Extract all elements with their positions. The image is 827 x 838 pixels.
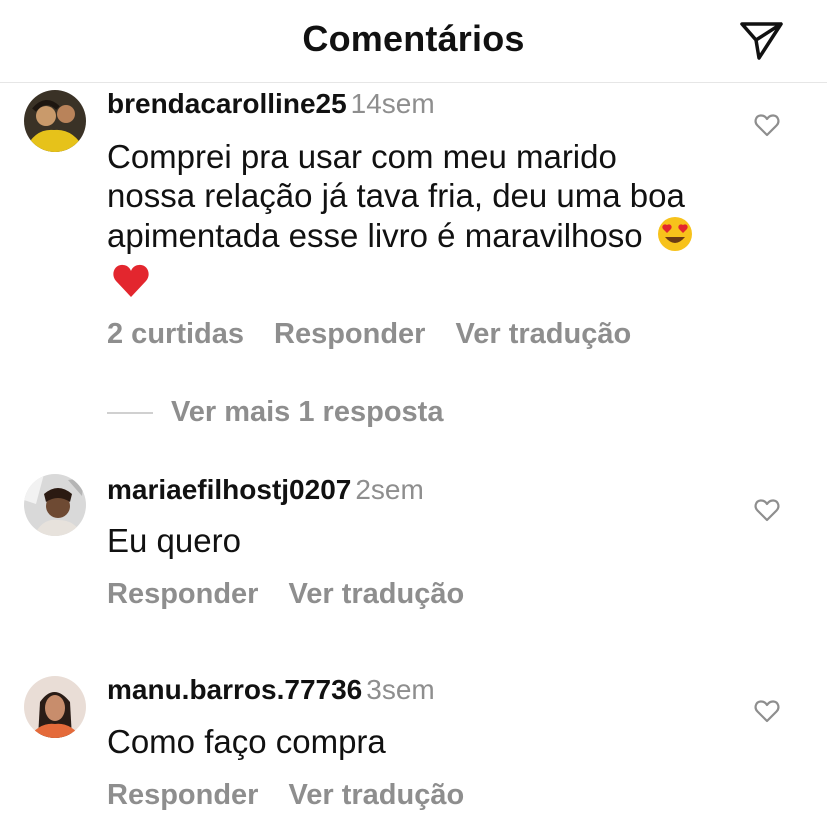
view-more-replies-button[interactable]: Ver mais 1 resposta xyxy=(107,396,443,430)
page-title: Comentários xyxy=(302,18,525,59)
divider-line xyxy=(107,412,153,415)
comment-username[interactable]: manu.barros.77736 xyxy=(107,674,362,705)
reply-button[interactable]: Responder xyxy=(107,578,258,610)
comment-text: Comprei pra usar com meu marido nossa re… xyxy=(107,138,697,308)
comments-header: Comentários xyxy=(0,0,827,83)
heart-icon[interactable] xyxy=(753,111,781,139)
avatar[interactable] xyxy=(24,676,86,738)
heart-icon[interactable] xyxy=(753,496,781,524)
translate-button[interactable]: Ver tradução xyxy=(288,578,464,610)
likes-count[interactable]: 2 curtidas xyxy=(107,318,244,350)
avatar[interactable] xyxy=(24,90,86,152)
comment-username[interactable]: mariaefilhostj0207 xyxy=(107,474,351,505)
comment-text: Eu quero xyxy=(107,522,241,559)
reply-button[interactable]: Responder xyxy=(107,779,258,811)
heart-icon[interactable] xyxy=(753,697,781,725)
comment-time: 2sem xyxy=(355,474,424,505)
red-heart-emoji xyxy=(111,262,151,309)
translate-button[interactable]: Ver tradução xyxy=(455,318,631,350)
heart-eyes-emoji xyxy=(656,215,694,262)
comment-time: 3sem xyxy=(366,674,435,705)
paper-plane-icon[interactable] xyxy=(736,18,786,64)
comment-time: 14sem xyxy=(350,88,435,119)
avatar[interactable] xyxy=(24,474,86,536)
comment-text: Como faço compra xyxy=(107,723,386,760)
translate-button[interactable]: Ver tradução xyxy=(288,779,464,811)
reply-button[interactable]: Responder xyxy=(274,318,425,350)
comment-username[interactable]: brendacarolline25 xyxy=(107,88,347,119)
